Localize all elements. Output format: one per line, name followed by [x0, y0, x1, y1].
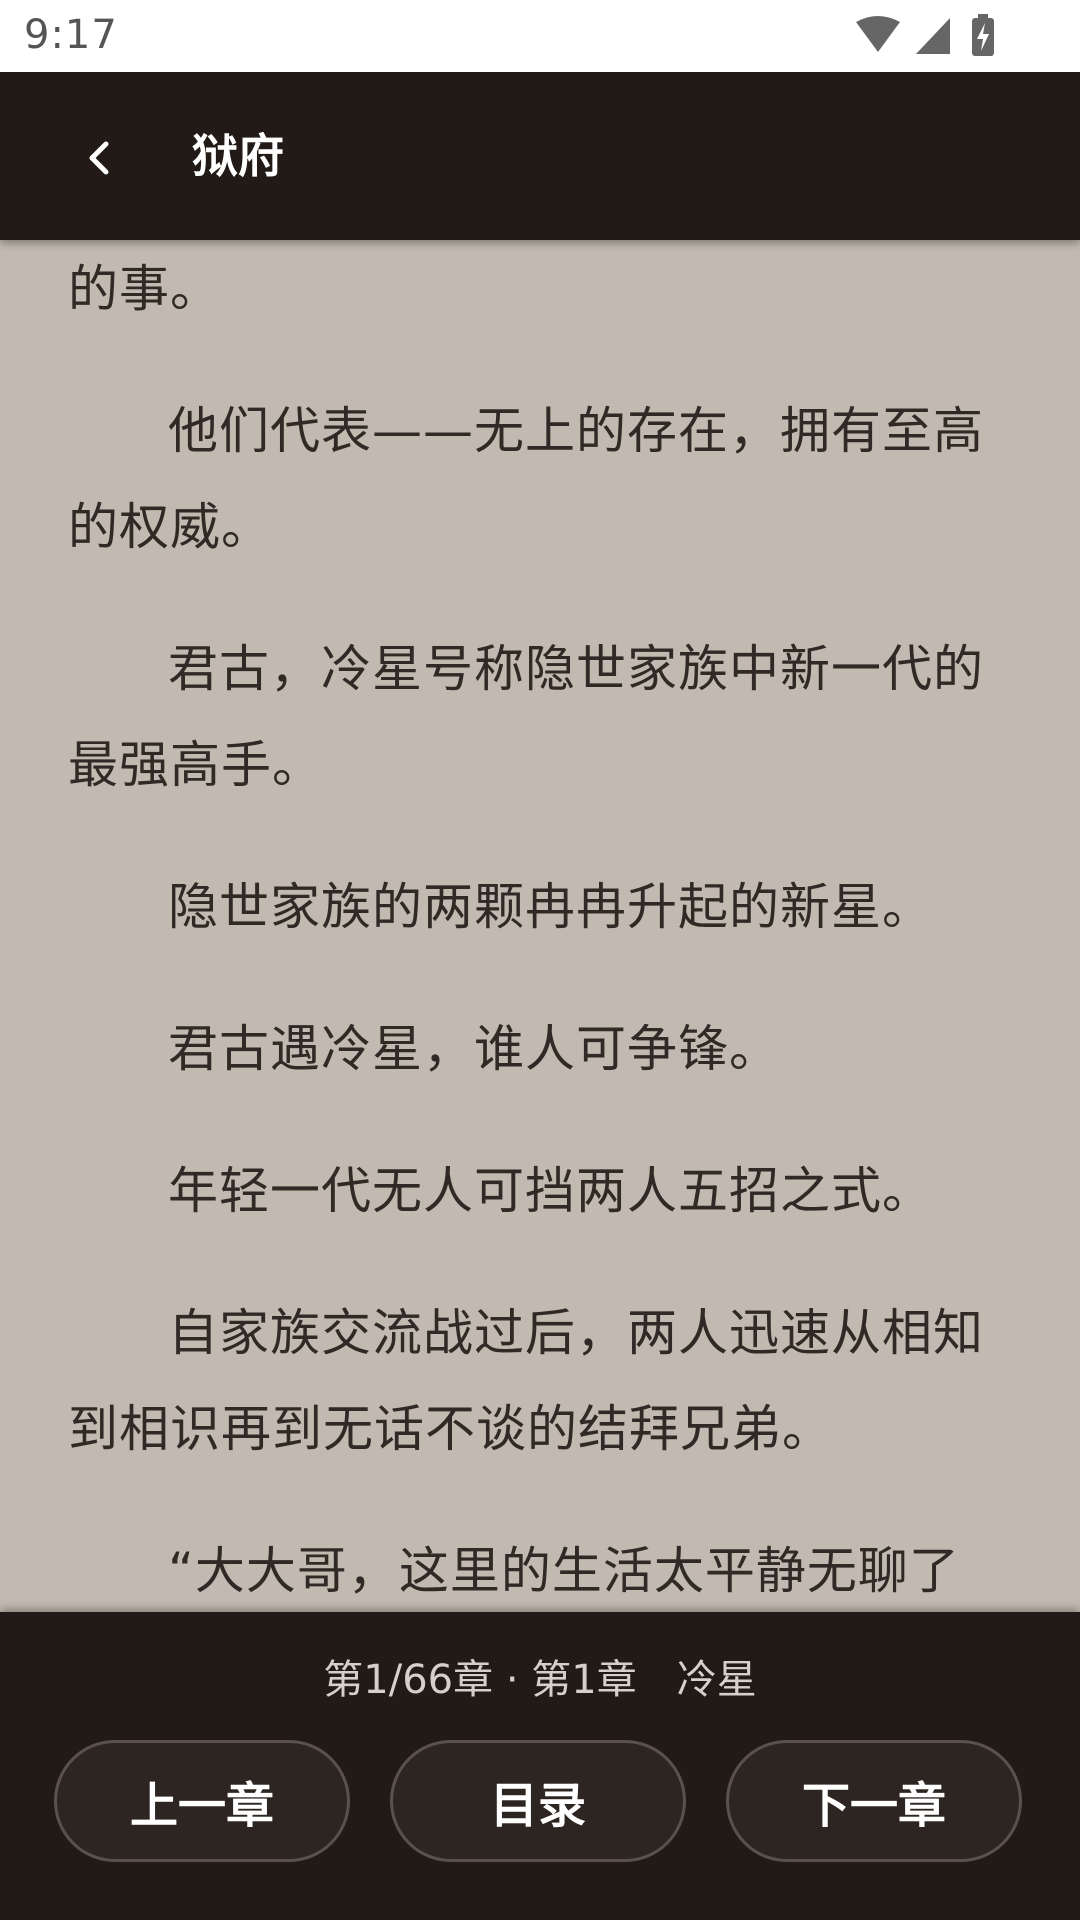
- wifi-icon: [856, 16, 900, 52]
- status-time: 9:17: [24, 12, 118, 58]
- chevron-left-icon: [89, 141, 109, 175]
- cell-signal-icon: [916, 18, 950, 54]
- paragraph: 君古，冷星号称隐世家族中新一代的最强高手。: [68, 640, 984, 794]
- chapter-nav-panel: 第1/66章 · 第1章 冷星 上一章 目录 下一章: [0, 1612, 1080, 1920]
- paragraph: “大大哥，这里的生活太平静无聊了: [168, 1542, 960, 1600]
- paragraph: 自家族交流战过后，两人迅速从相知到相识再到无话不谈的结拜兄弟。: [68, 1304, 984, 1458]
- paragraph: 年轻一代无人可挡两人五招之式。: [168, 1162, 933, 1220]
- prev-chapter-button[interactable]: 上一章: [54, 1740, 350, 1862]
- reader-content[interactable]: 破灭一个王朝，改朝换代也不过是一句话的事。 他们代表——无上的存在，拥有至高的权…: [0, 240, 1080, 1612]
- table-of-contents-button[interactable]: 目录: [390, 1740, 686, 1862]
- back-button[interactable]: [58, 116, 142, 200]
- status-bar: 9:17: [0, 0, 1080, 72]
- battery-charging-icon: [972, 14, 994, 56]
- paragraph: 隐世家族的两颗冉冉升起的新星。: [168, 878, 933, 936]
- status-icons: [854, 14, 1004, 58]
- paragraph: 破灭一个王朝，改朝换代也不过是一句话的事。: [68, 260, 221, 318]
- next-chapter-button[interactable]: 下一章: [726, 1740, 1022, 1862]
- app-bar: 狱府: [0, 72, 1080, 240]
- paragraph: 君古遇冷星，谁人可争锋。: [168, 1020, 780, 1078]
- reader-text: 破灭一个王朝，改朝换代也不过是一句话的事。 他们代表——无上的存在，拥有至高的权…: [68, 240, 1018, 1612]
- chapter-info: 第1/66章 · 第1章 冷星: [323, 1657, 757, 1703]
- paragraph: 他们代表——无上的存在，拥有至高的权威。: [68, 402, 984, 556]
- book-title: 狱府: [192, 129, 284, 183]
